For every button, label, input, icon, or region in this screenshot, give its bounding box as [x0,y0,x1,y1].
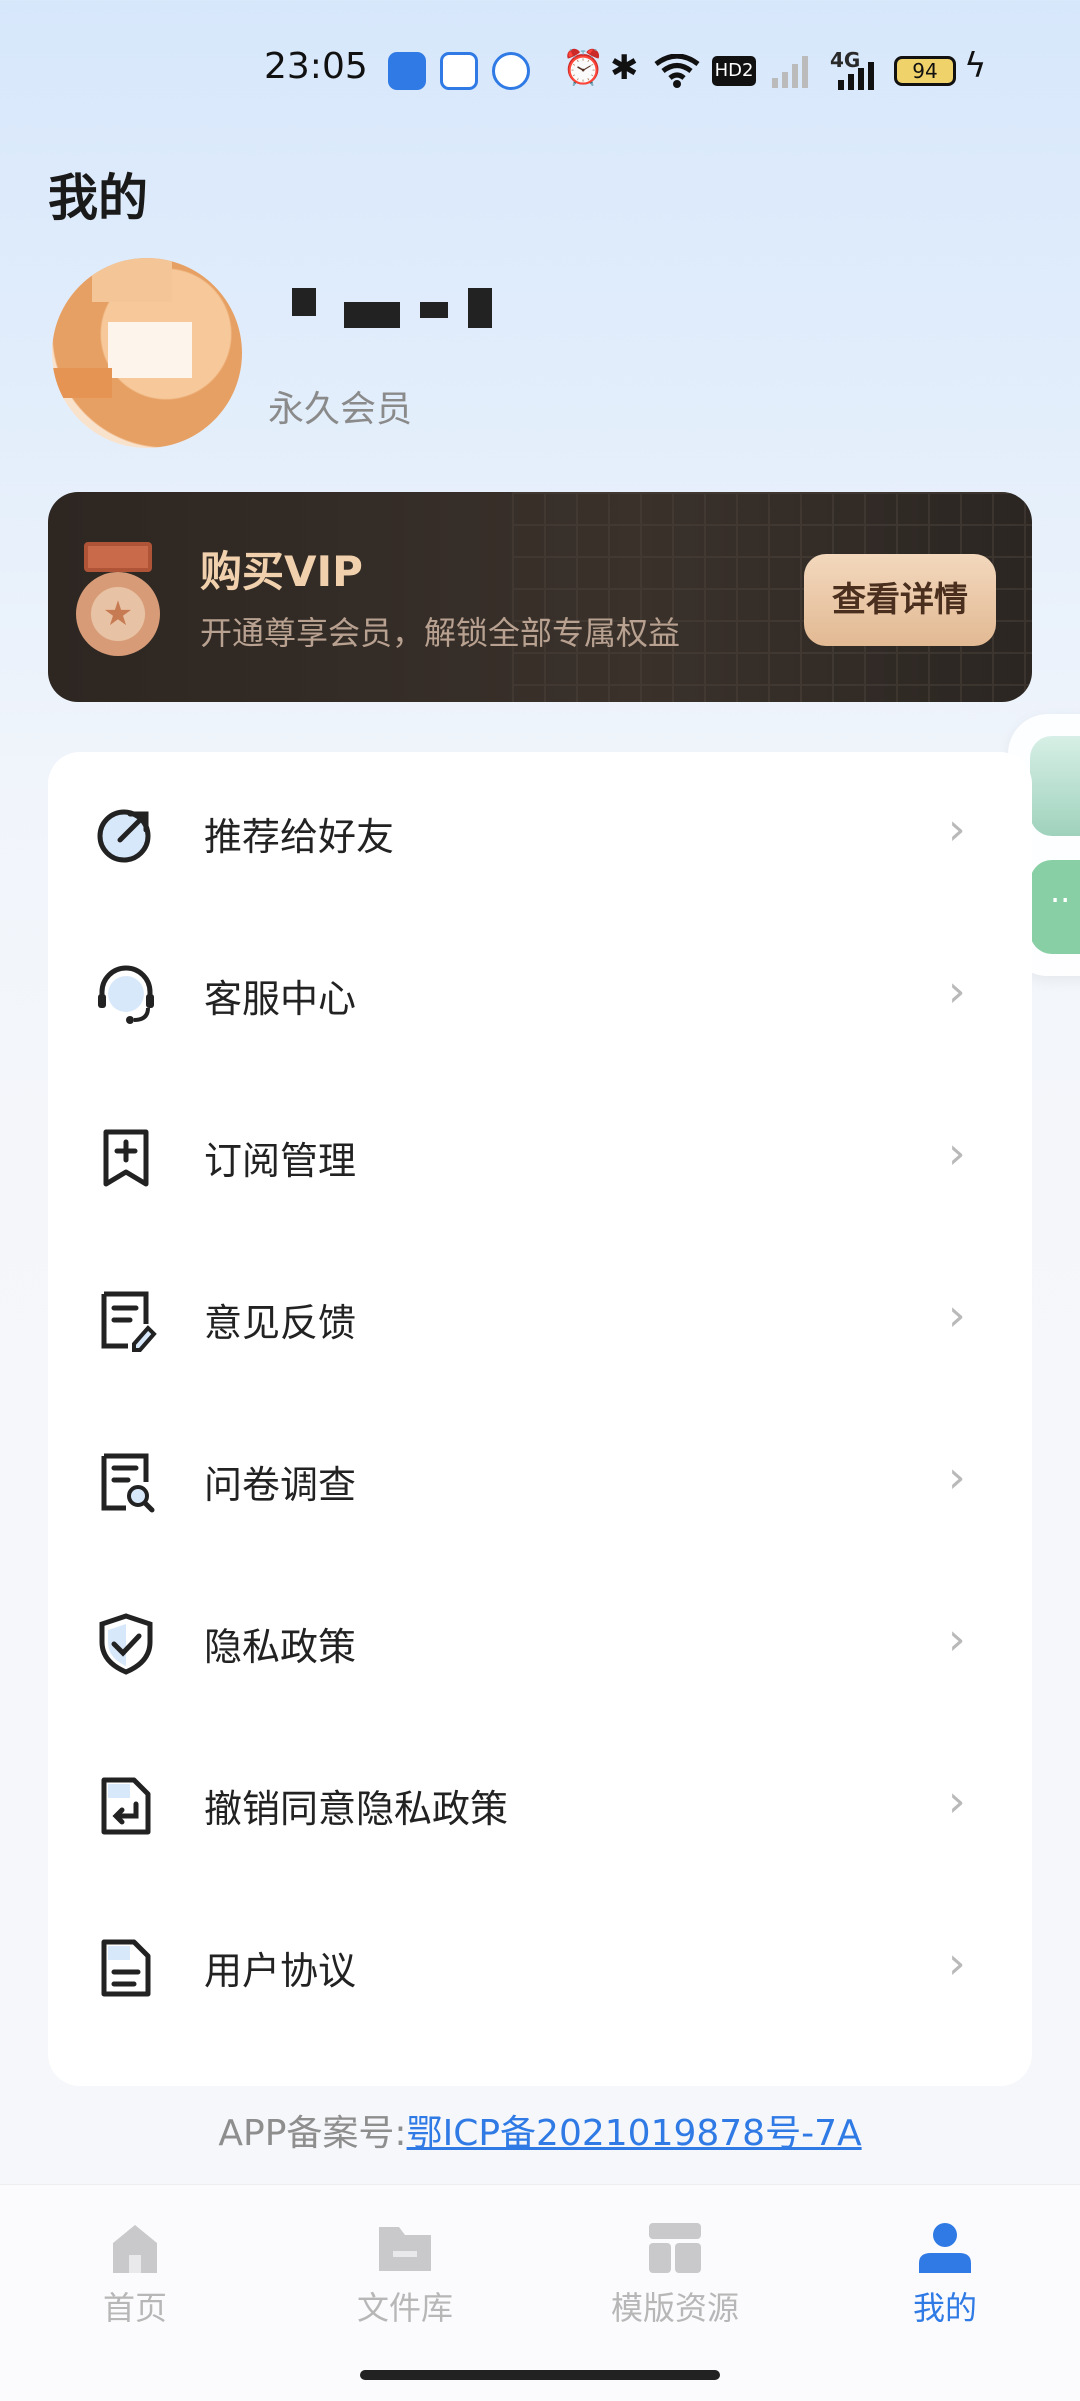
feedback-edit-icon [101,1291,157,1352]
menu-item-label: 意见反馈 [204,1301,357,1345]
chevron-right-icon: › [948,1290,966,1341]
chevron-right-icon: › [948,804,966,855]
chevron-right-icon: › [948,1614,966,1665]
menu-item-user-agreement[interactable]: 用户协议 › [48,1886,1032,2048]
vip-subtitle: 开通尊享会员，解锁全部专属权益 [200,614,681,652]
share-icon [97,809,151,863]
menu-item-label: 隐私政策 [204,1625,357,1669]
app-notification-icon [388,52,426,90]
home-indicator[interactable] [360,2370,720,2380]
menu-item-label: 客服中心 [204,977,357,1021]
nav-label: 首页 [102,2289,167,2327]
bookmark-add-icon [103,1129,149,1187]
nav-files[interactable]: 文件库 [270,2221,540,2331]
shield-check-icon [99,1613,153,1675]
user-icon [919,2223,971,2273]
nav-mine[interactable]: 我的 [810,2221,1080,2331]
signal-weak-icon [772,56,808,88]
nav-templates[interactable]: 模版资源 [540,2221,810,2331]
signal-strong-icon [838,62,874,90]
chevron-right-icon: › [948,1938,966,1989]
vip-title: 购买VIP [200,547,363,596]
wifi-icon [654,54,700,88]
headset-icon [98,965,154,1024]
avatar[interactable] [52,258,242,448]
menu-item-survey[interactable]: 问卷调查 › [48,1400,1032,1562]
chevron-right-icon: › [948,1776,966,1827]
menu-item-label: 撤销同意隐私政策 [204,1787,509,1831]
icp-record: APP备案号:鄂ICP备2021019878号-7A [0,2104,1080,2156]
nav-label: 文件库 [356,2289,453,2327]
page-title: 我的 [48,169,148,227]
menu-item-recommend[interactable]: 推荐给好友 › [48,752,1032,914]
menu-card: 推荐给好友 › 客服中心 › 订阅管理 › 意见反馈 › 问卷调查 › 隐私政策… [48,752,1032,2086]
app-notification-icon [492,52,530,90]
menu-item-feedback[interactable]: 意见反馈 › [48,1238,1032,1400]
profile-section[interactable]: 永久会员 [52,258,952,448]
bluetooth-icon: ✱ [610,48,639,88]
menu-item-privacy-policy[interactable]: 隐私政策 › [48,1562,1032,1724]
menu-item-revoke-privacy[interactable]: 撤销同意隐私政策 › [48,1724,1032,1886]
more-chat-icon[interactable]: ·· [1030,860,1080,954]
document-return-icon [101,1777,151,1835]
menu-item-subscription[interactable]: 订阅管理 › [48,1076,1032,1238]
member-status: 永久会员 [268,389,413,430]
battery-indicator: 94 [894,56,956,86]
nav-label: 模版资源 [610,2289,739,2327]
menu-item-label: 推荐给好友 [204,815,395,859]
hd-badge: HD2 [712,56,756,86]
status-time: 23:05 [264,46,368,87]
chevron-right-icon: › [948,966,966,1017]
survey-search-icon [101,1453,155,1513]
bottom-nav: 首页 文件库 模版资源 我的 [0,2184,1080,2401]
icp-prefix: APP备案号: [218,2113,407,2154]
medal-icon: ★ [76,542,160,656]
charging-icon: ϟ [964,46,987,86]
menu-item-label: 订阅管理 [204,1139,357,1183]
menu-item-customer-service[interactable]: 客服中心 › [48,914,1032,1076]
chevron-right-icon: › [948,1452,966,1503]
document-icon [101,1939,151,1997]
template-icon [649,2223,701,2273]
menu-item-label: 问卷调查 [204,1463,357,1507]
app-notification-icon [440,52,478,90]
view-details-button[interactable]: 查看详情 [804,554,996,646]
alarm-icon: ⏰ [562,48,605,88]
assistant-avatar[interactable] [1030,736,1080,836]
vip-banner[interactable]: ★ 购买VIP 开通尊享会员，解锁全部专属权益 查看详情 [48,492,1032,702]
status-bar: 23:05 ⏰ ✱ HD2 4G 94 ϟ [0,0,1080,140]
nav-label: 我的 [912,2289,977,2327]
icp-link[interactable]: 鄂ICP备2021019878号-7A [407,2113,862,2154]
nav-home[interactable]: 首页 [0,2221,270,2331]
menu-item-label: 用户协议 [204,1949,357,1993]
chevron-right-icon: › [948,1128,966,1179]
folder-icon [379,2227,431,2271]
home-icon [113,2225,157,2273]
